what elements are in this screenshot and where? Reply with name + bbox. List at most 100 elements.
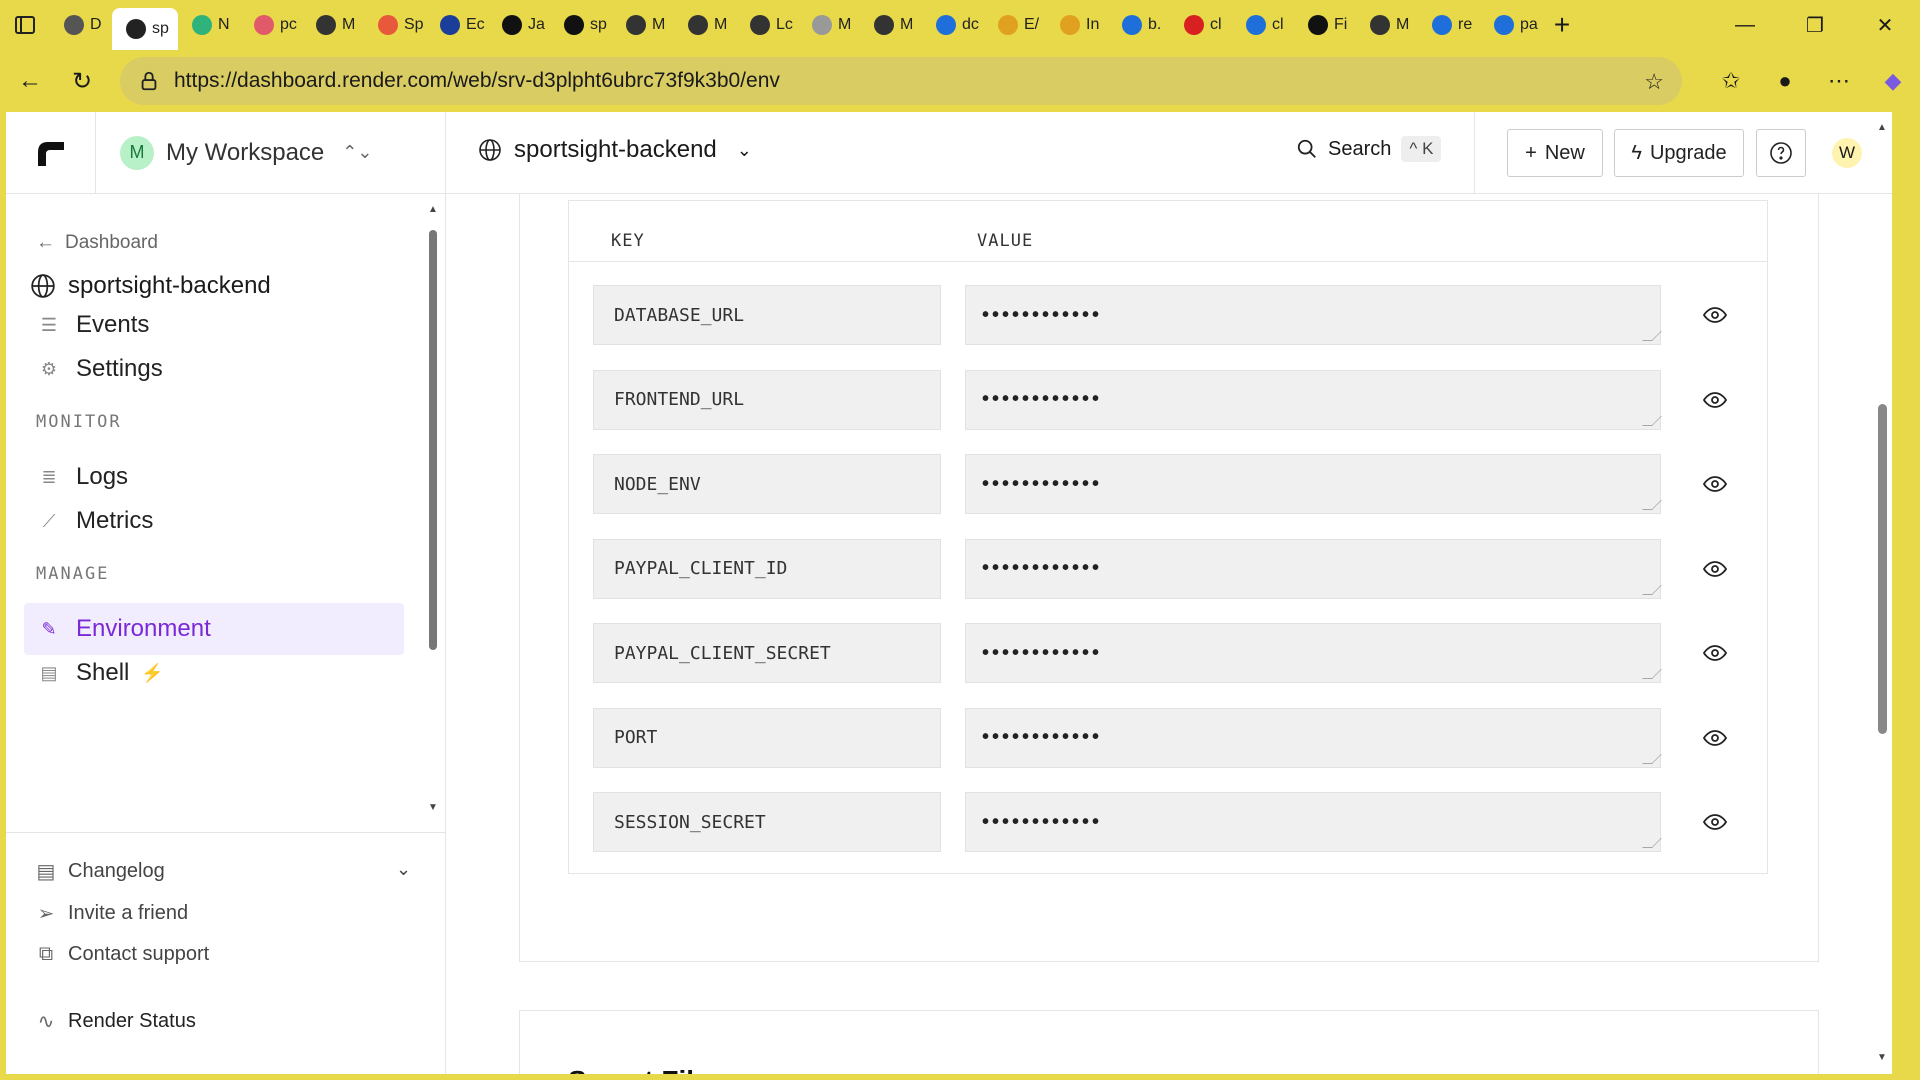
env-key-field[interactable]: PAYPAL_CLIENT_ID	[593, 538, 941, 599]
browser-tab[interactable]: M	[674, 8, 736, 42]
browser-tab[interactable]: In	[1046, 8, 1108, 42]
favorites-icon[interactable]: ✩	[1704, 68, 1758, 94]
contact-support-link[interactable]: ⧉ Contact support	[36, 943, 209, 966]
tab-title: Sp	[404, 16, 424, 33]
eye-icon[interactable]	[1703, 557, 1727, 581]
eye-icon[interactable]	[1703, 641, 1727, 665]
reload-button[interactable]: ↻	[60, 59, 104, 103]
invite-friend-link[interactable]: ➢ Invite a friend	[36, 901, 188, 926]
workspace-switcher[interactable]: M My Workspace ⌃⌄	[96, 135, 372, 170]
browser-tab[interactable]: M	[1356, 8, 1418, 42]
more-menu-icon[interactable]: ⋯	[1812, 68, 1866, 94]
env-value-field[interactable]: ••••••••••••	[965, 369, 1662, 430]
env-value-field[interactable]: ••••••••••••	[965, 623, 1662, 683]
user-avatar[interactable]: W	[1832, 138, 1862, 168]
upgrade-button[interactable]: ϟ Upgrade	[1614, 129, 1744, 177]
scroll-up-arrow[interactable]: ▲	[428, 204, 438, 215]
close-window-button[interactable]: ✕	[1850, 0, 1920, 50]
eye-icon[interactable]	[1703, 726, 1727, 750]
env-var-row: PORT ••••••••••••	[593, 707, 1753, 768]
changelog-link[interactable]: ▤ Changelog	[36, 859, 165, 884]
eye-icon[interactable]	[1703, 810, 1727, 834]
workspace-avatar: M	[120, 135, 154, 170]
scrollbar-thumb[interactable]	[429, 230, 437, 650]
restore-button[interactable]: ❐	[1780, 0, 1850, 50]
resize-handle-icon[interactable]	[1642, 584, 1662, 595]
profile-icon[interactable]: ●	[1758, 68, 1812, 94]
env-key-field[interactable]: PORT	[593, 707, 941, 768]
copilot-icon[interactable]: ◆	[1866, 68, 1920, 94]
env-value-field[interactable]: ••••••••••••	[965, 285, 1662, 345]
back-to-dashboard-link[interactable]: ← Dashboard	[36, 232, 158, 254]
favorite-star-icon[interactable]: ☆	[1644, 69, 1664, 95]
browser-tab[interactable]: Ec	[426, 8, 488, 42]
browser-tab[interactable]: E/	[984, 8, 1046, 42]
url-text[interactable]: https://dashboard.render.com/web/srv-d3p…	[174, 69, 780, 93]
browser-tab[interactable]: N	[178, 8, 240, 42]
browser-tab[interactable]: Ja	[488, 8, 550, 42]
service-selector-label: sportsight-backend	[514, 136, 717, 163]
sidebar-item-shell[interactable]: ▤ Shell ⚡	[24, 647, 404, 699]
page-scrollbar[interactable]: ▲ ▼	[1872, 112, 1892, 1074]
env-value-field[interactable]: ••••••••••••	[965, 792, 1662, 852]
new-tab-button[interactable]: +	[1542, 9, 1582, 41]
browser-tab[interactable]: M	[860, 8, 922, 42]
eye-icon[interactable]	[1703, 303, 1727, 327]
new-button[interactable]: + New	[1507, 129, 1603, 177]
resize-handle-icon[interactable]	[1642, 500, 1662, 510]
address-bar[interactable]: https://dashboard.render.com/web/srv-d3p…	[120, 57, 1682, 105]
eye-icon[interactable]	[1703, 472, 1727, 496]
browser-tab[interactable]: M	[302, 8, 364, 42]
browser-tab[interactable]: Lc	[736, 8, 798, 42]
environment-variables-card: KEY VALUE DATABASE_URL •••••••••••• FRONTE…	[519, 194, 1819, 962]
resize-handle-icon[interactable]	[1642, 331, 1662, 341]
browser-tab[interactable]: cl	[1170, 8, 1232, 42]
browser-tab[interactable]: cl	[1232, 8, 1294, 42]
sidebar-item-settings[interactable]: ⚙ Settings	[24, 343, 404, 395]
search-button[interactable]: Search ^ K	[1296, 136, 1442, 162]
sidebar-scrollbar[interactable]: ▲ ▼	[426, 204, 440, 816]
search-shortcut: ^ K	[1401, 136, 1442, 162]
help-button[interactable]	[1756, 129, 1806, 177]
browser-tab[interactable]: pc	[240, 8, 302, 42]
back-button[interactable]: ←	[8, 59, 52, 103]
resize-handle-icon[interactable]	[1642, 669, 1662, 679]
search-icon	[1246, 15, 1266, 35]
chevron-down-icon[interactable]: ⌄	[396, 859, 411, 880]
resize-handle-icon[interactable]	[1642, 753, 1662, 764]
globe-icon	[31, 274, 55, 298]
browser-tab[interactable]: Fi	[1294, 8, 1356, 42]
env-key-field[interactable]: PAYPAL_CLIENT_SECRET	[593, 623, 941, 683]
env-value-field[interactable]: ••••••••••••	[965, 538, 1662, 599]
render-logo[interactable]	[6, 112, 96, 194]
scroll-down-arrow[interactable]: ▼	[428, 802, 438, 813]
browser-tab[interactable]: dc	[922, 8, 984, 42]
browser-tab[interactable]: pa	[1480, 8, 1542, 42]
browser-tab[interactable]: sp	[550, 8, 612, 42]
service-selector[interactable]: sportsight-backend ⌄	[478, 136, 752, 164]
env-key-field[interactable]: NODE_ENV	[593, 454, 941, 514]
eye-icon[interactable]	[1703, 388, 1727, 412]
browser-tab[interactable]: M	[612, 8, 674, 42]
scroll-up-arrow[interactable]: ▲	[1877, 122, 1887, 133]
scroll-down-arrow[interactable]: ▼	[1877, 1052, 1887, 1063]
tab-title: sp	[590, 16, 607, 33]
env-key-field[interactable]: SESSION_SECRET	[593, 792, 941, 852]
resize-handle-icon[interactable]	[1642, 838, 1662, 848]
env-key-field[interactable]: DATABASE_URL	[593, 285, 941, 345]
browser-tab[interactable]: M	[798, 8, 860, 42]
browser-tab[interactable]: Sp	[364, 8, 426, 42]
browser-tab[interactable]: sp✕	[112, 8, 178, 50]
sidebar-item-metrics[interactable]: ⟋ Metrics	[24, 495, 404, 547]
minimize-button[interactable]: —	[1710, 0, 1780, 50]
browser-tab[interactable]: b.	[1108, 8, 1170, 42]
scrollbar-thumb[interactable]	[1878, 404, 1887, 734]
render-status-link[interactable]: ∿ Render Status	[36, 1009, 196, 1034]
env-value-field[interactable]: ••••••••••••	[965, 454, 1662, 514]
browser-tab[interactable]: re	[1418, 8, 1480, 42]
resize-handle-icon[interactable]	[1642, 415, 1662, 426]
env-key-field[interactable]: FRONTEND_URL	[593, 369, 941, 430]
browser-tab[interactable]: D	[50, 8, 112, 42]
tab-actions-button[interactable]	[0, 0, 50, 50]
env-value-field[interactable]: ••••••••••••	[965, 707, 1662, 768]
